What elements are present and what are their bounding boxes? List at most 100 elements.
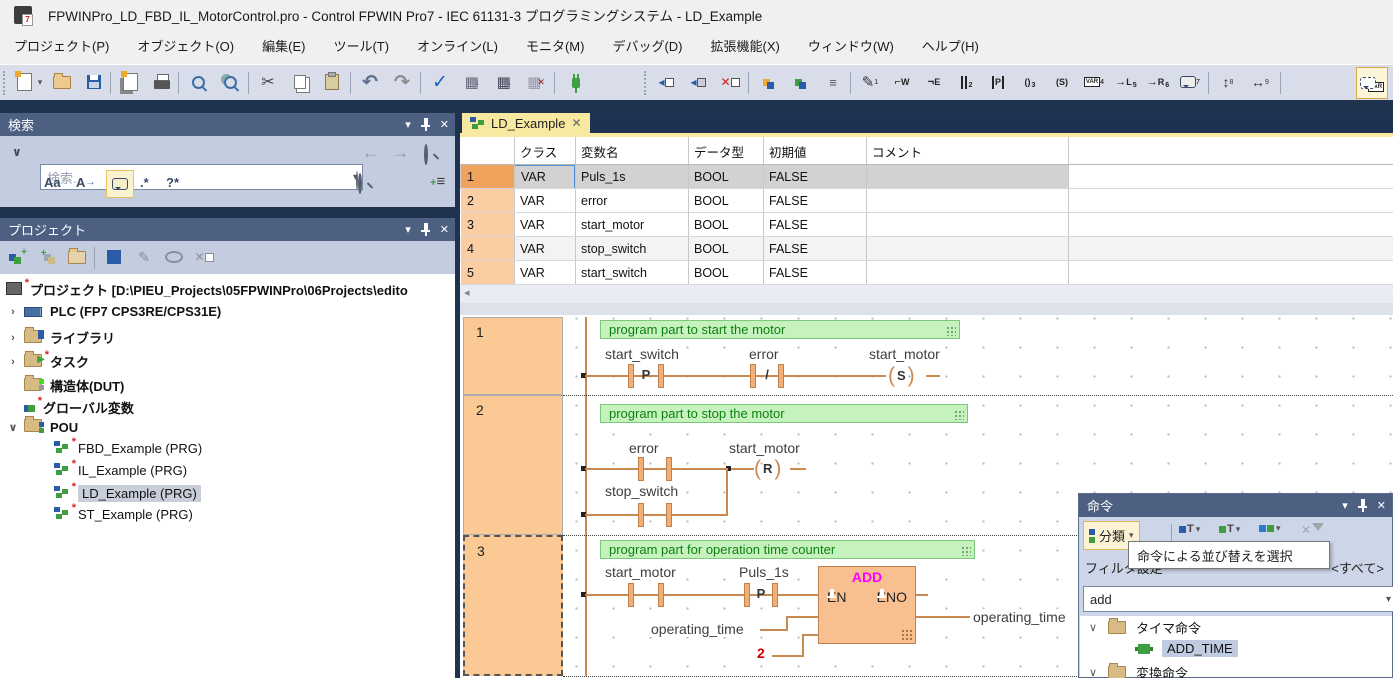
cell-type[interactable]: BOOL [688,261,763,285]
monitor-object-icon[interactable] [160,243,188,271]
col-header-type[interactable]: データ型 [688,137,763,165]
library-expander-icon[interactable]: › [6,332,20,344]
find-icon[interactable] [184,68,212,96]
project-panel-close-icon[interactable]: ✕ [440,223,449,236]
editor-splitter[interactable] [460,303,1393,315]
pou-expander-icon[interactable]: ∨ [6,421,20,434]
cell-class[interactable]: VAR [514,261,575,285]
cut-icon[interactable]: ✂ [254,68,282,96]
contact-bar[interactable] [638,457,644,481]
menu-online[interactable]: オンライン(L) [403,30,512,64]
cell-type[interactable]: BOOL [688,165,763,189]
clear-filter-icon[interactable]: ✕ [1301,523,1324,537]
add-function-block[interactable]: ADD EN ENO [818,566,916,644]
goto-input-icon[interactable]: ◂ [652,68,680,96]
rung-comment[interactable]: program part to stop the motor [600,404,968,423]
jump-label-icon[interactable]: →L5 [1112,68,1140,96]
edit-mode-icon[interactable]: ✎1 [856,68,884,96]
row-number[interactable]: 1 [461,165,514,189]
variable-icon[interactable]: VAR4 [1080,68,1108,96]
add-search-list-icon[interactable]: +≡ [430,173,445,190]
find-in-files-icon[interactable] [216,68,244,96]
coil-label[interactable]: start_motor [866,346,943,362]
add-pou-icon[interactable]: + [4,243,32,271]
contact-label[interactable]: start_motor [602,564,679,580]
menu-tools[interactable]: ツール(T) [319,30,403,64]
page-setup-icon[interactable] [116,68,144,96]
cell-comment[interactable] [866,213,1068,237]
cell-type[interactable]: BOOL [688,213,763,237]
contact-bar[interactable] [638,503,644,527]
input-label[interactable]: operating_time [648,621,747,637]
print-icon[interactable] [148,68,176,96]
search-go-icon[interactable] [424,146,428,164]
contact-bar[interactable] [628,583,634,607]
contact-icon[interactable]: 2 [952,68,980,96]
filter-target-icon[interactable]: ▾ [1259,523,1281,534]
contact-label[interactable]: start_switch [602,346,682,362]
contact-label[interactable]: Puls_1s [736,564,792,580]
rung-number-cell[interactable]: 2 [463,395,563,535]
cell-comment[interactable] [866,261,1068,285]
instruction-search-input[interactable]: add ▾ [1083,586,1393,612]
table-row[interactable]: 3 VAR start_motor BOOL FALSE [460,213,1393,237]
goto-output-icon[interactable]: ◂ [684,68,712,96]
row-number[interactable]: 5 [461,261,514,285]
instruction-panel-menu-icon[interactable]: ▾ [1342,499,1348,512]
comment-icon[interactable]: 7 [1176,68,1204,96]
search-expand-icon[interactable]: ∨ [12,145,22,159]
plc-expander-icon[interactable]: › [6,306,20,318]
rung-comment[interactable]: program part for operation time counter [600,540,975,559]
check-code-icon[interactable]: ✓ [426,68,454,96]
cell-comment[interactable] [866,165,1068,189]
tree-item-task[interactable]: › ▶* タスク [6,352,89,371]
match-case-button[interactable]: Aa [44,175,61,190]
contact-label[interactable]: stop_switch [602,483,681,499]
cell-init[interactable]: FALSE [763,237,866,261]
compile-all-icon[interactable]: ▦↓ [490,68,518,96]
open-icon[interactable] [48,68,76,96]
cell-class[interactable]: VAR [514,189,575,213]
regex-button[interactable]: .* [140,175,149,190]
constant-label[interactable]: 2 [754,645,768,661]
contact-bar[interactable] [666,503,672,527]
search-panel-menu-icon[interactable]: ▾ [405,118,411,131]
row-space-icon[interactable]: ↕8 [1214,68,1242,96]
timer-group-expander-icon[interactable]: ∨ [1086,621,1100,634]
row-number[interactable]: 2 [461,189,514,213]
cell-init[interactable]: FALSE [763,189,866,213]
coil-label[interactable]: start_motor [726,440,803,456]
tree-item-global-vars[interactable]: * グローバル変数 [6,398,134,417]
cell-type[interactable]: BOOL [688,237,763,261]
wildcard-button[interactable]: ?* [166,175,179,190]
tree-item-plc[interactable]: › PLC (FP7 CPS3RE/CPS31E) [6,304,221,319]
col-header-init[interactable]: 初期値 [763,137,866,165]
table-row[interactable]: 5 VAR start_switch BOOL FALSE [460,261,1393,285]
rung-comment[interactable]: program part to start the motor [600,320,960,339]
network-list-icon[interactable]: ≡ [818,68,846,96]
output-label[interactable]: operating_time [970,609,1069,625]
cell-init[interactable]: FALSE [763,165,866,189]
table-row[interactable]: 4 VAR stop_switch BOOL FALSE [460,237,1393,261]
whole-word-button[interactable]: A→ [76,175,95,190]
tree-item-ld-example[interactable]: * LD_Example (PRG) [54,485,201,502]
save-icon[interactable] [80,68,108,96]
compile-icon[interactable]: ▦↓ [458,68,486,96]
coil-s-icon[interactable]: (S) [1048,68,1076,96]
toolbar-grip[interactable] [3,71,8,95]
show-variables-icon[interactable]: VAR [1356,67,1388,99]
menu-object[interactable]: オブジェクト(O) [123,30,248,64]
menu-edit[interactable]: 編集(E) [248,30,319,64]
search-panel-pin-icon[interactable] [421,118,430,131]
instruction-panel-close-icon[interactable]: ✕ [1377,499,1386,512]
import-icon[interactable]: ↱ [64,243,92,271]
copy-icon[interactable] [286,68,314,96]
tree-item-library[interactable]: › ライブラリ [6,328,115,347]
online-mode-icon[interactable] [562,68,590,96]
tab-ld-example[interactable]: LD_Example ✕ [462,113,590,133]
block-resize-grip[interactable] [901,629,912,640]
project-panel-menu-icon[interactable]: ▾ [405,223,411,236]
redo-icon[interactable]: ↷ [388,68,416,96]
menu-window[interactable]: ウィンドウ(W) [794,30,908,64]
delete-object-icon[interactable]: ✕ [190,243,218,271]
